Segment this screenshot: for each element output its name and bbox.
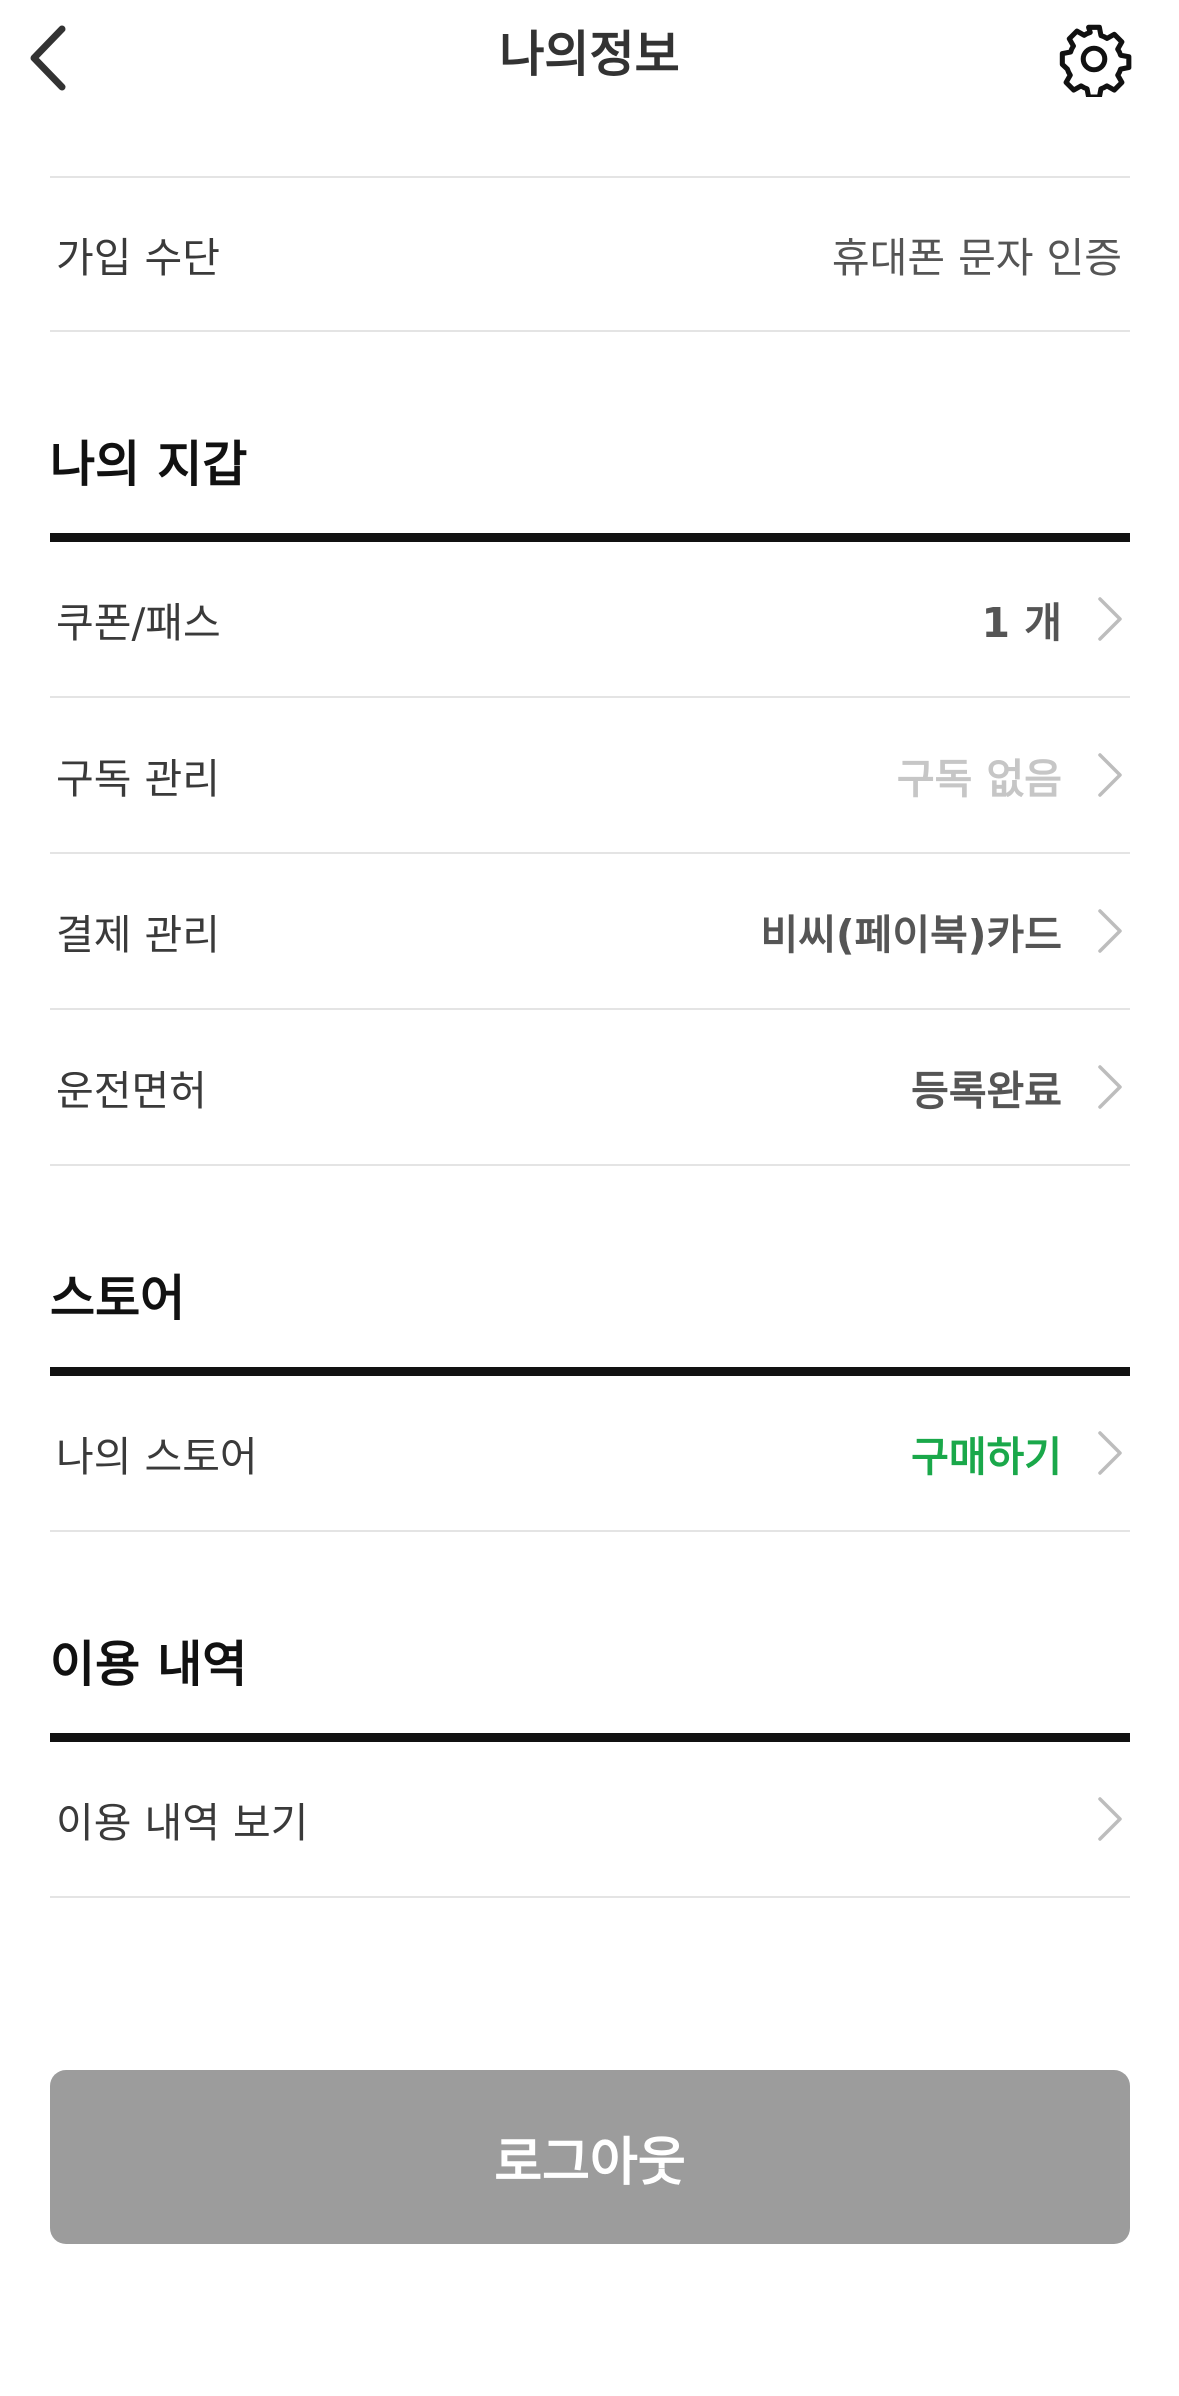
chevron-right-icon (1090, 745, 1130, 805)
subscription-label: 구독 관리 (56, 755, 220, 803)
history-section-header: 이용 내역 (50, 1532, 1130, 1742)
my-store-label: 나의 스토어 (56, 1433, 258, 1481)
payment-row[interactable]: 결제 관리 비씨(페이북)카드 (50, 854, 1130, 1010)
logout-button[interactable]: 로그아웃 (50, 2070, 1130, 2244)
wallet-section-title: 나의 지갑 (50, 436, 248, 493)
coupon-count: 1 개 (981, 599, 1062, 647)
store-section-header: 스토어 (50, 1166, 1130, 1376)
signup-method-label: 가입 수단 (56, 234, 220, 282)
my-store-row[interactable]: 나의 스토어 구매하기 (50, 1376, 1130, 1532)
subscription-status: 구독 없음 (896, 755, 1062, 803)
profile-content: 가입 수단 휴대폰 문자 인증 나의 지갑 쿠폰/패스 1 개 구독 관리 구독… (50, 176, 1130, 1898)
license-status: 등록완료 (911, 1067, 1062, 1115)
chevron-right-icon (1090, 1423, 1130, 1483)
coupon-pass-row[interactable]: 쿠폰/패스 1 개 (50, 542, 1130, 698)
settings-button[interactable] (1053, 18, 1135, 100)
payment-label: 결제 관리 (56, 911, 220, 959)
chevron-right-icon (1090, 1789, 1130, 1849)
section-divider (50, 1733, 1130, 1742)
chevron-right-icon (1090, 901, 1130, 961)
wallet-section-header: 나의 지갑 (50, 332, 1130, 542)
chevron-right-icon (1090, 589, 1130, 649)
license-row[interactable]: 운전면허 등록완료 (50, 1010, 1130, 1166)
page-title: 나의정보 (499, 26, 680, 83)
section-divider (50, 533, 1130, 542)
top-bar: 나의정보 (0, 0, 1179, 115)
history-section-title: 이용 내역 (50, 1636, 248, 1693)
chevron-right-icon (1090, 1057, 1130, 1117)
signup-method-row: 가입 수단 휴대폰 문자 인증 (50, 176, 1130, 332)
view-history-label: 이용 내역 보기 (56, 1799, 309, 1847)
payment-card: 비씨(페이북)카드 (760, 911, 1062, 959)
signup-method-value: 휴대폰 문자 인증 (831, 234, 1122, 282)
view-history-row[interactable]: 이용 내역 보기 (50, 1742, 1130, 1898)
coupon-pass-label: 쿠폰/패스 (56, 599, 221, 647)
logout-label: 로그아웃 (494, 2132, 686, 2193)
gear-icon (1059, 24, 1132, 97)
license-label: 운전면허 (56, 1067, 207, 1115)
store-section-title: 스토어 (50, 1270, 186, 1327)
section-divider (50, 1367, 1130, 1376)
subscription-row[interactable]: 구독 관리 구독 없음 (50, 698, 1130, 854)
buy-link[interactable]: 구매하기 (911, 1423, 1062, 1483)
